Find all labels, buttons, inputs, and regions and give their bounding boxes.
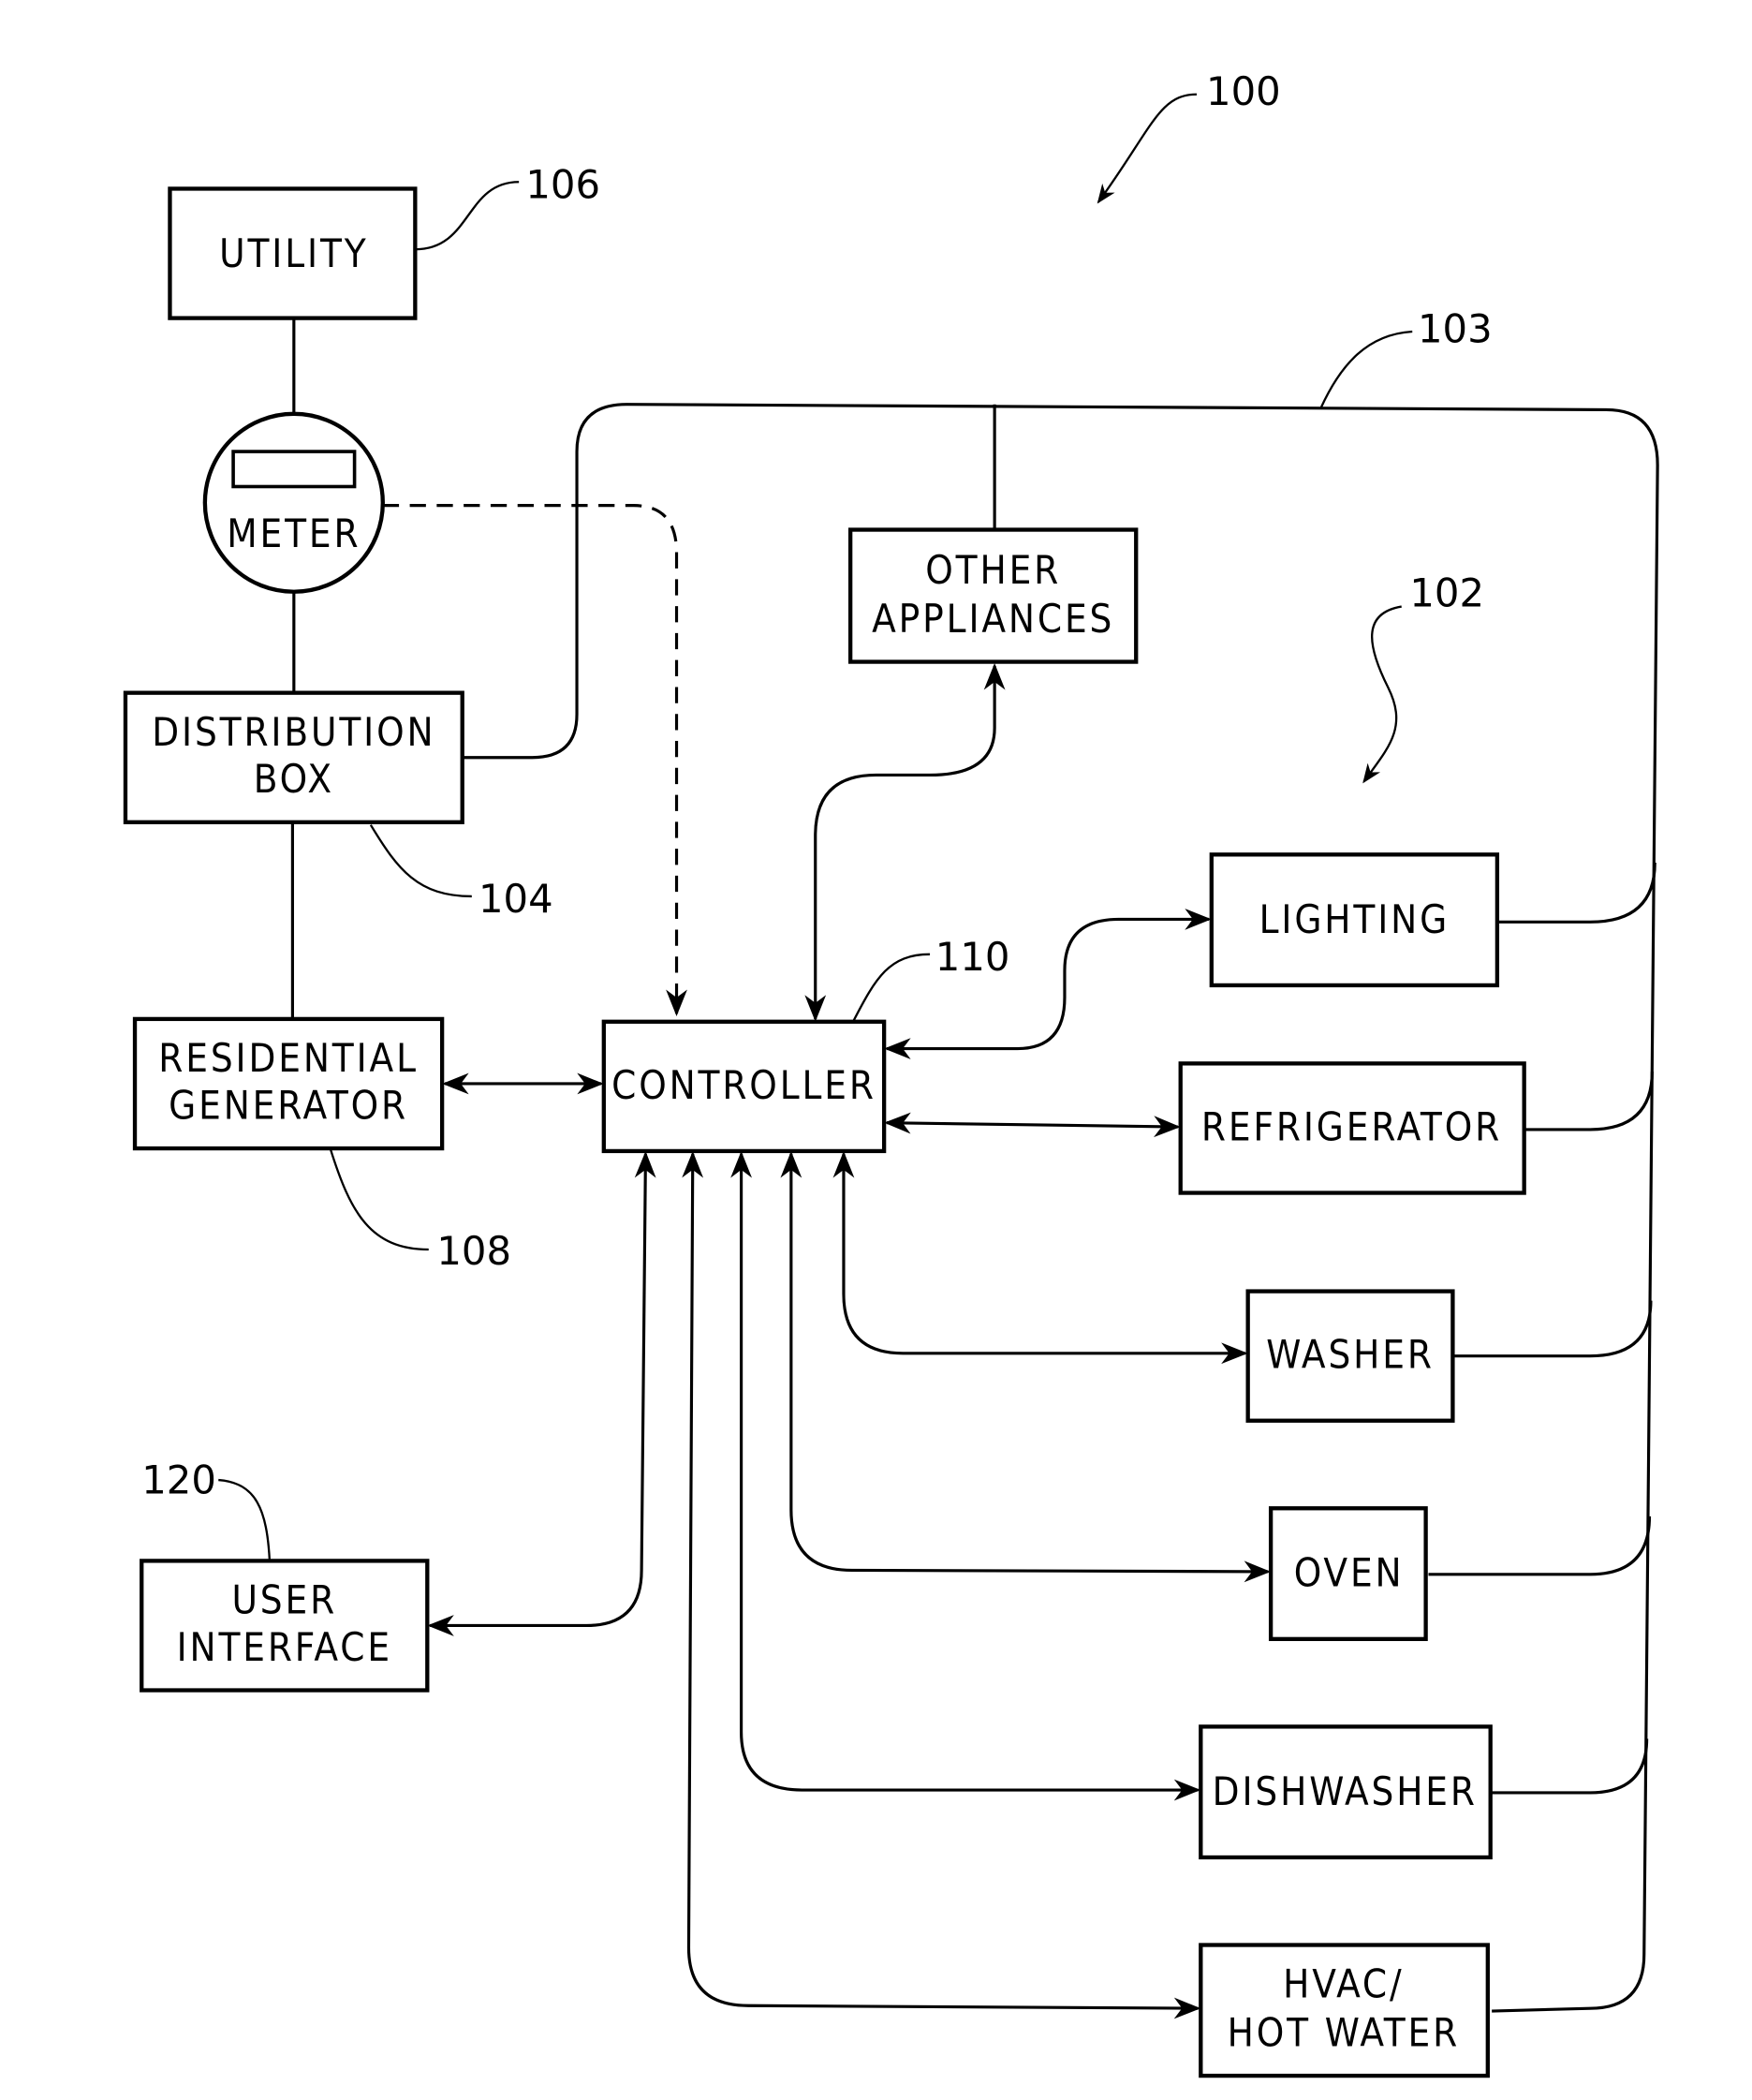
svg-text:WASHER: WASHER [1266,1332,1435,1378]
meter-block[interactable]: METER [202,411,385,594]
svg-text:LIGHTING: LIGHTING [1259,896,1450,942]
ref-108: 108 [436,1228,511,1274]
utility-block[interactable]: UTILITY [168,186,418,320]
refrigerator-block[interactable]: REFRIGERATOR [1178,1061,1526,1195]
svg-text:HVAC/: HVAC/ [1283,1961,1404,2007]
svg-text:GENERATOR: GENERATOR [169,1082,408,1128]
svg-text:HOT WATER: HOT WATER [1228,2009,1460,2055]
hvac-block[interactable]: HVAC/ HOT WATER [1199,1943,1490,2078]
svg-text:INTERFACE: INTERFACE [177,1624,392,1670]
meter-display-icon [231,450,357,489]
svg-text:METER: METER [227,510,361,556]
svg-text:REFRIGERATOR: REFRIGERATOR [1201,1103,1502,1149]
controller-block[interactable]: CONTROLLER [601,1019,887,1154]
washer-block[interactable]: WASHER [1245,1289,1455,1423]
svg-text:RESIDENTIAL: RESIDENTIAL [158,1035,419,1081]
user-interface-block[interactable]: USER INTERFACE [140,1559,430,1693]
svg-text:CONTROLLER: CONTROLLER [611,1062,876,1108]
svg-text:OTHER: OTHER [925,547,1061,593]
svg-text:OVEN: OVEN [1294,1550,1405,1596]
distribution-box-block[interactable]: DISTRIBUTION BOX [123,690,464,824]
ref-106: 106 [525,162,600,208]
system-diagram: 100 103 102 UTILITY 106 METER DISTRIBUTI… [123,68,1659,2078]
ref-110: 110 [935,934,1010,980]
ref-104: 104 [478,876,553,922]
svg-text:102: 102 [1409,570,1484,616]
lighting-block[interactable]: LIGHTING [1209,852,1500,988]
svg-text:UTILITY: UTILITY [219,230,368,276]
other-appliances-block[interactable]: OTHER APPLIANCES [848,527,1139,664]
svg-text:DISTRIBUTION: DISTRIBUTION [152,709,435,755]
oven-block[interactable]: OVEN [1268,1506,1428,1642]
svg-text:100: 100 [1206,68,1281,114]
ref-103: 103 [1418,306,1493,352]
dishwasher-block[interactable]: DISHWASHER [1199,1724,1493,1860]
figure-ref-100: 100 [1097,68,1281,204]
ref-120: 120 [141,1457,216,1502]
appliances-ref-102: 102 [1362,570,1484,784]
svg-text:APPLIANCES: APPLIANCES [872,596,1114,642]
svg-text:USER: USER [231,1577,337,1623]
svg-text:DISHWASHER: DISHWASHER [1213,1768,1478,1814]
residential-generator-block[interactable]: RESIDENTIAL GENERATOR [132,1016,445,1151]
svg-text:BOX: BOX [254,756,334,802]
